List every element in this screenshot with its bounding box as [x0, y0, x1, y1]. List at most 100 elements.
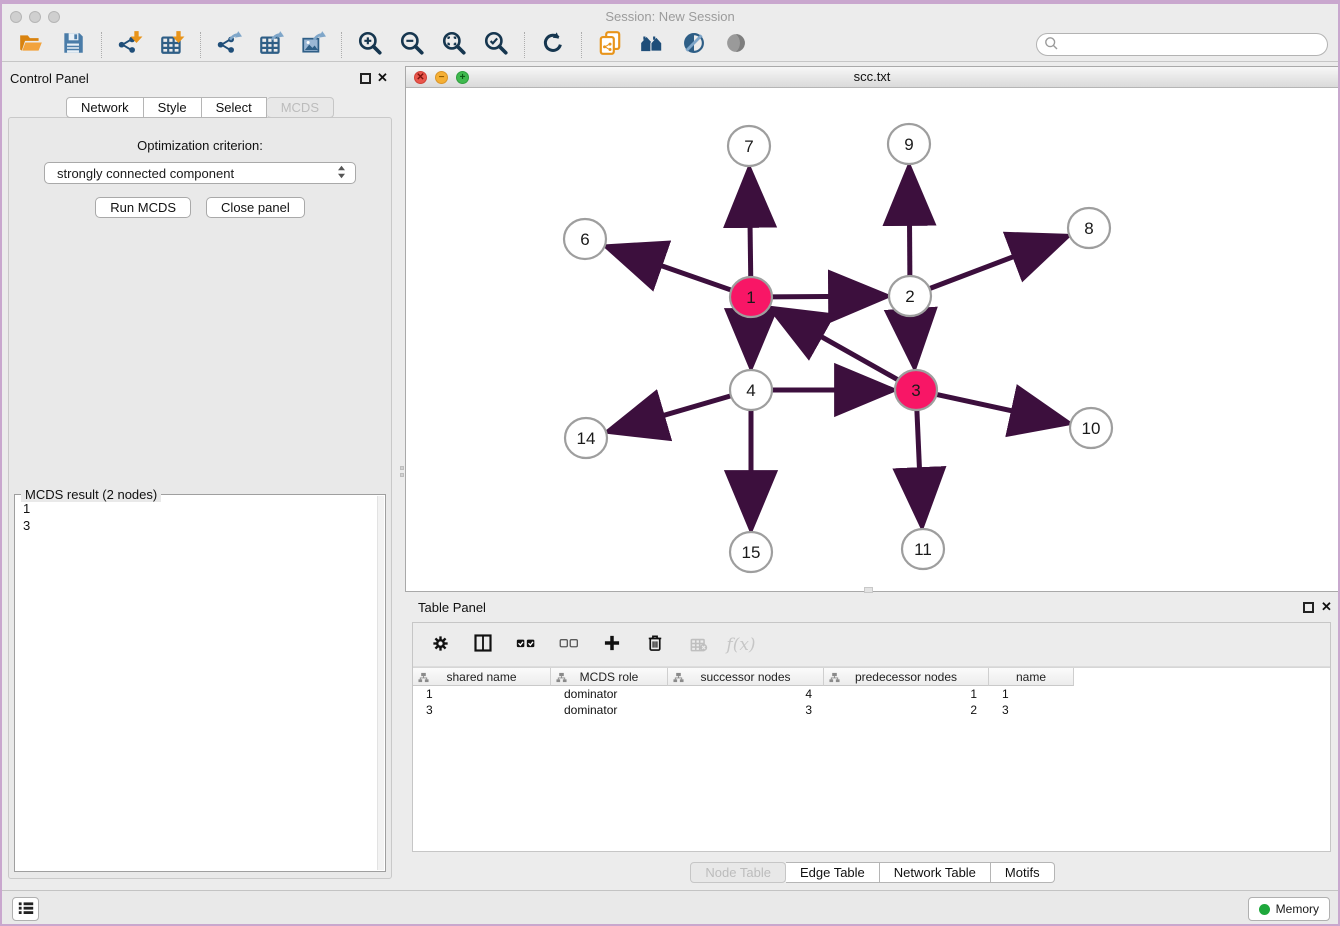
edge-2-9[interactable] — [909, 169, 910, 278]
delete-column-button[interactable] — [642, 631, 668, 659]
graph-node-11[interactable]: 11 — [902, 529, 944, 569]
tab-node-table[interactable]: Node Table — [690, 862, 786, 883]
run-mcds-button[interactable]: Run MCDS — [95, 197, 191, 218]
toggle-panel-button[interactable] — [470, 631, 496, 659]
table-row[interactable]: 3dominator323 — [413, 702, 1330, 718]
edge-3-1[interactable] — [773, 309, 901, 381]
cell-predecessor-nodes[interactable]: 2 — [824, 702, 989, 718]
tab-style[interactable]: Style — [144, 97, 202, 118]
cell-name[interactable]: 1 — [989, 686, 1074, 702]
column-label: shared name — [446, 670, 516, 684]
save-session-button[interactable] — [56, 30, 90, 60]
zoom-fit-icon — [441, 30, 467, 59]
tab-network-table[interactable]: Network Table — [880, 862, 991, 883]
column-label: successor nodes — [700, 670, 790, 684]
column-header-MCDS-role[interactable]: MCDS role — [551, 668, 668, 686]
cell-successor-nodes[interactable]: 3 — [668, 702, 824, 718]
graph-node-2[interactable]: 2 — [889, 276, 931, 316]
graph-node-10[interactable]: 10 — [1070, 408, 1112, 448]
hide-selected-button[interactable] — [677, 30, 711, 60]
graph-node-14[interactable]: 14 — [565, 418, 607, 458]
edge-3-10[interactable] — [934, 394, 1067, 423]
zoom-fit-button[interactable] — [437, 30, 471, 60]
graph-node-8[interactable]: 8 — [1068, 208, 1110, 248]
search-input[interactable] — [1036, 33, 1328, 56]
network-window-titlebar[interactable]: ✕ − + scc.txt — [406, 67, 1338, 88]
close-panel-icon[interactable]: ✕ — [377, 70, 388, 86]
table-settings-button[interactable] — [427, 631, 453, 659]
column-header-predecessor-nodes[interactable]: predecessor nodes — [824, 668, 989, 686]
vertical-splitter-grip[interactable] — [399, 466, 404, 484]
optimization-criterion-label: Optimization criterion: — [9, 138, 391, 153]
export-table-button[interactable] — [254, 30, 288, 60]
clone-network-button[interactable] — [593, 30, 627, 60]
edge-4-14[interactable] — [610, 395, 734, 431]
float-panel-icon[interactable] — [360, 73, 371, 84]
column-header-name[interactable]: name — [989, 668, 1074, 686]
edge-1-2[interactable] — [769, 296, 885, 297]
svg-text:15: 15 — [742, 543, 761, 562]
home-icon — [639, 30, 665, 59]
show-all-button[interactable] — [719, 30, 753, 60]
task-history-button[interactable] — [12, 897, 39, 921]
zoom-in-button[interactable] — [353, 30, 387, 60]
tab-network[interactable]: Network — [66, 97, 144, 118]
tab-select[interactable]: Select — [202, 97, 267, 118]
hierarchy-icon — [829, 672, 840, 686]
cell-shared-name[interactable]: 3 — [413, 702, 551, 718]
tab-edge-table[interactable]: Edge Table — [786, 862, 880, 883]
cell-MCDS-role[interactable]: dominator — [551, 702, 668, 718]
graph-node-1[interactable]: 1 — [730, 277, 772, 317]
edge-2-8[interactable] — [927, 237, 1066, 290]
network-canvas[interactable]: 7 9 6 8 1 2 4 3 14 10 15 11 — [406, 88, 1338, 591]
select-all-icon — [516, 633, 536, 656]
horizontal-splitter-grip[interactable] — [864, 587, 873, 593]
graph-node-6[interactable]: 6 — [564, 219, 606, 259]
toolbar-separator — [524, 32, 525, 58]
column-label: MCDS role — [580, 670, 639, 684]
select-all-button[interactable] — [513, 631, 539, 659]
graph-node-4[interactable]: 4 — [730, 370, 772, 410]
first-neighbors-button[interactable] — [635, 30, 669, 60]
svg-text:7: 7 — [744, 137, 753, 156]
edge-1-6[interactable] — [609, 247, 734, 291]
graph-node-3[interactable]: 3 — [895, 370, 937, 410]
column-header-shared-name[interactable]: shared name — [413, 668, 551, 686]
import-network-button[interactable] — [113, 30, 147, 60]
memory-button[interactable]: Memory — [1248, 897, 1330, 921]
graph-node-7[interactable]: 7 — [728, 126, 770, 166]
hierarchy-icon — [673, 672, 684, 686]
edge-3-11[interactable] — [917, 408, 922, 524]
column-label: predecessor nodes — [855, 670, 957, 684]
close-table-panel-icon[interactable]: ✕ — [1321, 599, 1332, 615]
network-graph[interactable]: 7 9 6 8 1 2 4 3 14 10 15 11 — [406, 88, 1338, 591]
graph-node-9[interactable]: 9 — [888, 124, 930, 164]
cell-successor-nodes[interactable]: 4 — [668, 686, 824, 702]
cell-name[interactable]: 3 — [989, 702, 1074, 718]
edge-2-3[interactable] — [911, 314, 914, 365]
export-network-button[interactable] — [212, 30, 246, 60]
result-scrollbar[interactable] — [377, 496, 384, 870]
float-table-panel-icon[interactable] — [1303, 602, 1314, 613]
tab-motifs[interactable]: Motifs — [991, 862, 1055, 883]
zoom-selected-button[interactable] — [479, 30, 513, 60]
add-column-button[interactable] — [599, 631, 625, 659]
cell-shared-name[interactable]: 1 — [413, 686, 551, 702]
edge-1-7[interactable] — [749, 171, 750, 279]
table-row[interactable]: 1dominator411 — [413, 686, 1330, 702]
open-session-button[interactable] — [14, 30, 48, 60]
import-table-button[interactable] — [155, 30, 189, 60]
close-panel-button[interactable]: Close panel — [206, 197, 305, 218]
column-header-successor-nodes[interactable]: successor nodes — [668, 668, 824, 686]
graph-node-15[interactable]: 15 — [730, 532, 772, 572]
clone-network-icon — [597, 30, 623, 59]
optimization-criterion-select[interactable]: strongly connected component — [44, 162, 356, 184]
cell-predecessor-nodes[interactable]: 1 — [824, 686, 989, 702]
refresh-button[interactable] — [536, 30, 570, 60]
tab-mcds[interactable]: MCDS — [267, 97, 334, 118]
export-image-button[interactable] — [296, 30, 330, 60]
deselect-all-button[interactable] — [556, 631, 582, 659]
cell-MCDS-role[interactable]: dominator — [551, 686, 668, 702]
control-panel-title: Control Panel — [10, 71, 89, 86]
zoom-out-button[interactable] — [395, 30, 429, 60]
